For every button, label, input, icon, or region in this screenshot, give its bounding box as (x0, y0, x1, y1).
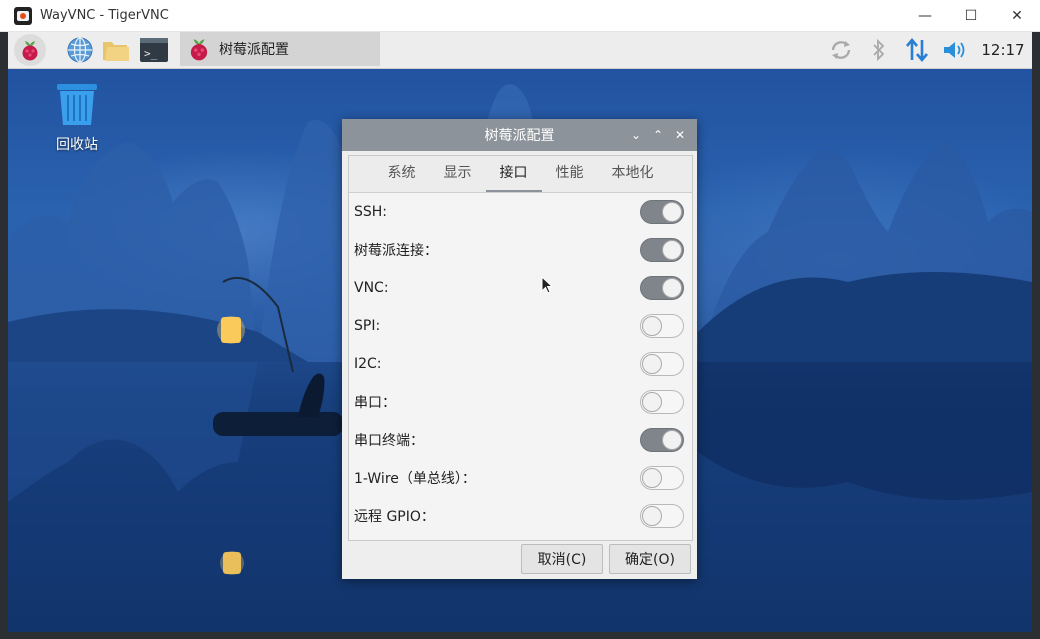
setting-label: 1-Wire（单总线）： (354, 471, 476, 487)
setting-row-remote-gpio: 远程 GPIO： (349, 497, 692, 535)
serial-port-toggle[interactable] (640, 390, 684, 414)
mouse-cursor-icon (541, 276, 553, 294)
setting-row-vnc: VNC: (349, 269, 692, 307)
cancel-button[interactable]: 取消(C) (521, 544, 603, 574)
terminal-icon: >_ (140, 38, 168, 62)
trash-label: 回收站 (56, 137, 98, 153)
remote-gpio-toggle[interactable] (640, 504, 684, 528)
raspi-config-dialog: 树莓派配置 ⌄ ⌃ ✕ 系统 显示 接口 性能 本地化 SSH: 树莓派连接： … (342, 119, 697, 579)
tigervnc-app-icon (14, 6, 32, 25)
tab-interfaces[interactable]: 接口 (485, 156, 542, 192)
taskbar-panel: >_ 树莓派配置 12:17 (8, 32, 1032, 69)
raspberry-pi-connect-toggle[interactable] (640, 238, 684, 262)
system-tray: 12:17 (822, 32, 1032, 68)
web-browser-icon (67, 37, 93, 63)
setting-label: 串口： (354, 395, 396, 411)
raspberry-icon (190, 39, 208, 61)
ok-button[interactable]: 确定(O) (609, 544, 691, 574)
web-browser-button[interactable] (64, 34, 96, 66)
network-icon (906, 37, 928, 63)
setting-row-ssh: SSH: (349, 193, 692, 231)
i2c-toggle[interactable] (640, 352, 684, 376)
dialog-button-row: 取消(C) 确定(O) (515, 544, 691, 574)
raspberry-menu-icon (22, 41, 38, 61)
setting-label: 远程 GPIO： (354, 509, 435, 525)
volume-icon (944, 42, 965, 58)
one-wire-toggle[interactable] (640, 466, 684, 490)
file-manager-button[interactable] (100, 34, 132, 66)
tab-localisation[interactable]: 本地化 (598, 156, 668, 192)
tab-performance[interactable]: 性能 (542, 156, 598, 192)
setting-label: I2C: (354, 356, 382, 372)
setting-label: SPI: (354, 318, 381, 334)
vnc-toggle[interactable] (640, 276, 684, 300)
bluetooth-icon (873, 38, 885, 62)
setting-row-spi: SPI: (349, 307, 692, 345)
dialog-title: 树莓派配置 (484, 128, 555, 144)
chevron-down-icon: ⌄ (630, 128, 642, 142)
host-window-title: WayVNC - TigerVNC (40, 8, 169, 23)
dialog-maximize-button[interactable]: ⌃ (647, 124, 669, 146)
ssh-toggle[interactable] (640, 200, 684, 224)
close-icon: ✕ (674, 128, 686, 142)
terminal-prompt-glyph: >_ (144, 47, 158, 60)
minimize-icon: — (918, 7, 932, 24)
terminal-button[interactable]: >_ (138, 34, 170, 66)
minimize-button[interactable]: — (902, 0, 948, 31)
raspberry-menu-button[interactable] (14, 34, 46, 66)
taskbar-item-raspi-config[interactable]: 树莓派配置 (180, 32, 380, 66)
serial-console-toggle[interactable] (640, 428, 684, 452)
sync-tray-button[interactable] (822, 32, 860, 68)
volume-tray-button[interactable] (936, 32, 974, 68)
setting-label: 串口终端： (354, 433, 424, 449)
dialog-minimize-button[interactable]: ⌄ (625, 124, 647, 146)
setting-label: SSH: (354, 204, 388, 220)
tab-display[interactable]: 显示 (430, 156, 486, 192)
setting-row-i2c: I2C: (349, 345, 692, 383)
dialog-titlebar[interactable]: 树莓派配置 ⌄ ⌃ ✕ (342, 119, 697, 151)
setting-row-serial-console: 串口终端： (349, 421, 692, 459)
maximize-icon: ☐ (964, 7, 978, 24)
taskbar-item-label: 树莓派配置 (219, 42, 289, 58)
chevron-up-icon: ⌃ (652, 128, 664, 142)
trash-icon (57, 84, 97, 125)
bluetooth-tray-button[interactable] (860, 32, 898, 68)
setting-label: VNC: (354, 280, 389, 296)
network-tray-button[interactable] (898, 32, 936, 68)
setting-row-raspberry-pi-connect: 树莓派连接： (349, 231, 692, 269)
spi-toggle[interactable] (640, 314, 684, 338)
close-button[interactable]: ✕ (994, 0, 1040, 31)
dialog-close-button[interactable]: ✕ (669, 124, 691, 146)
clock[interactable]: 12:17 (974, 41, 1032, 59)
file-manager-icon (103, 42, 129, 61)
remote-desktop[interactable]: >_ 树莓派配置 12:17 回收站 树莓派配置 ⌄ ⌃ ✕ 系统 显示 接口 … (8, 32, 1032, 632)
tab-system[interactable]: 系统 (374, 156, 430, 192)
close-icon: ✕ (1011, 7, 1023, 24)
maximize-button[interactable]: ☐ (948, 0, 994, 31)
setting-row-1-wire: 1-Wire（单总线）： (349, 459, 692, 497)
desktop-trash[interactable]: 回收站 (48, 82, 106, 154)
setting-row-serial-port: 串口： (349, 383, 692, 421)
sync-icon (831, 41, 851, 59)
interface-settings: SSH: 树莓派连接： VNC: SPI: I2C: 串口： 串口终端： 1-W… (349, 193, 692, 535)
tab-bar: 系统 显示 接口 性能 本地化 (349, 156, 692, 193)
setting-label: 树莓派连接： (354, 243, 438, 259)
settings-notebook: 系统 显示 接口 性能 本地化 SSH: 树莓派连接： VNC: SPI: I2… (348, 155, 693, 541)
host-window-titlebar: WayVNC - TigerVNC — ☐ ✕ (0, 0, 1040, 32)
